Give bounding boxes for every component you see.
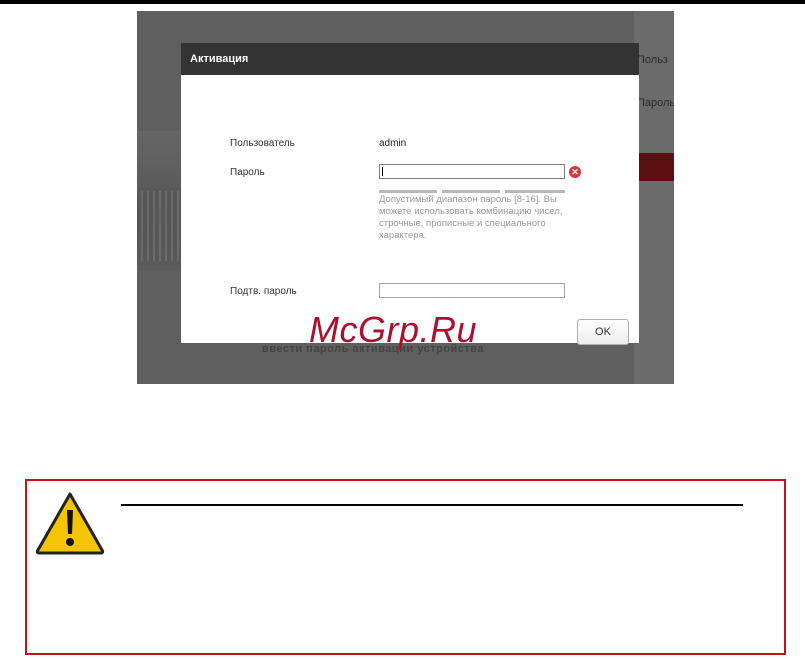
strength-bar-strong xyxy=(505,190,565,193)
ok-button[interactable]: OK xyxy=(577,319,629,345)
user-value: admin xyxy=(379,138,407,149)
dialog-title: Активация xyxy=(190,53,249,65)
watermark: McGrp.Ru xyxy=(309,309,478,350)
warning-triangle-icon xyxy=(35,492,105,555)
error-x-icon: ✕ xyxy=(569,166,581,178)
background-label: Пароль xyxy=(637,97,674,109)
warning-heading-rule xyxy=(121,504,743,506)
background-graphic xyxy=(141,191,181,261)
password-label: Пароль xyxy=(230,167,265,178)
text-caret xyxy=(382,167,383,176)
confirm-password-label: Подтв. пароль xyxy=(230,286,297,297)
strength-bar-medium xyxy=(442,190,500,193)
background-button xyxy=(634,153,674,181)
password-field[interactable] xyxy=(379,164,565,179)
activation-dialog: Активация Пользователь admin Пароль ✕ До… xyxy=(181,43,639,345)
background-side-panel xyxy=(634,11,674,384)
page-top-rule xyxy=(0,0,805,4)
background-label: Польз xyxy=(637,54,668,66)
confirm-password-field[interactable] xyxy=(379,283,565,298)
dialog-header: Активация xyxy=(181,43,639,75)
password-hint: Допустимый диапазон пароль [8-16]. Вы мо… xyxy=(379,194,563,241)
strength-bar-weak xyxy=(379,190,437,193)
user-label: Пользователь xyxy=(230,138,295,149)
warning-box xyxy=(25,479,786,655)
